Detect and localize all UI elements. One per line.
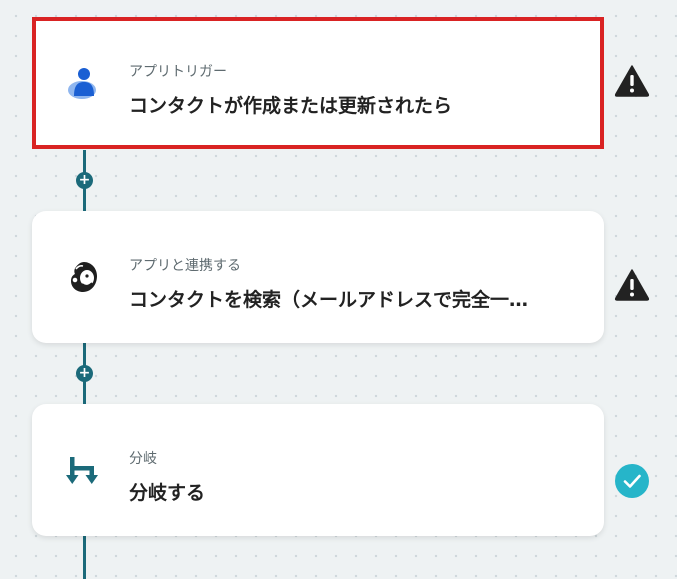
flow-connector-line bbox=[83, 535, 86, 579]
person-icon bbox=[68, 68, 96, 99]
mailchimp-icon bbox=[71, 262, 97, 292]
flow-node-search-contact[interactable]: アプリと連携する コンタクトを検索（メールアドレスで完全一… bbox=[32, 211, 604, 343]
flow-node-branch[interactable]: 分岐 分岐する bbox=[32, 404, 604, 536]
node-title: 分岐する bbox=[129, 482, 206, 504]
branch-icon bbox=[66, 457, 98, 484]
node-subtitle: 分岐 bbox=[129, 451, 157, 467]
add-step-button[interactable]: + bbox=[76, 172, 93, 189]
add-step-button[interactable]: + bbox=[76, 365, 93, 382]
node-subtitle: アプリトリガー bbox=[129, 64, 227, 80]
check-icon[interactable] bbox=[614, 463, 650, 499]
node-subtitle: アプリと連携する bbox=[129, 258, 241, 274]
node-title: コンタクトが作成または更新されたら bbox=[129, 95, 453, 117]
warning-icon[interactable] bbox=[614, 267, 650, 303]
flow-node-trigger[interactable]: アプリトリガー コンタクトが作成または更新されたら bbox=[32, 17, 604, 149]
warning-icon[interactable] bbox=[614, 63, 650, 99]
node-title: コンタクトを検索（メールアドレスで完全一… bbox=[129, 289, 529, 311]
